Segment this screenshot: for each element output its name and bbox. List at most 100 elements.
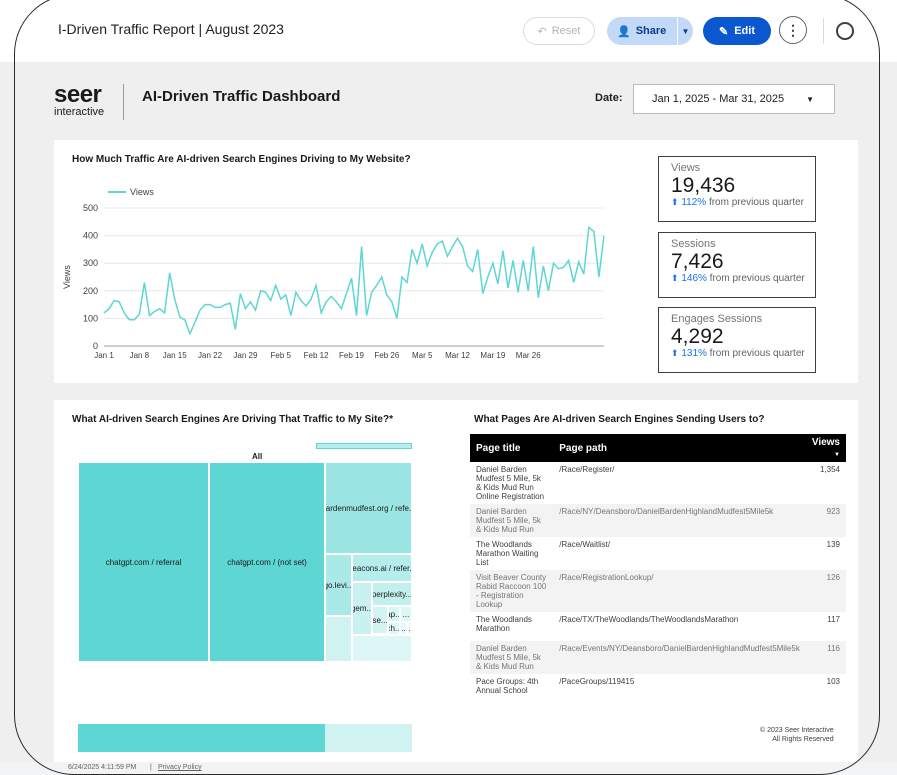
kpi-value: 4,292 — [671, 325, 724, 348]
app-toolbar: I-Driven Traffic Report | August 2023 ↶ … — [0, 0, 897, 63]
kpi-card-views: Views 19,436 ⬆ 112% from previous quarte… — [658, 156, 816, 222]
report-canvas: seer interactive AI-Driven Traffic Dashb… — [0, 62, 897, 774]
seer-logo: seer interactive — [54, 81, 105, 119]
table-row[interactable]: The Woodlands Marathon/Race/TX/TheWoodla… — [470, 612, 846, 641]
chevron-down-icon: ▼ — [806, 94, 814, 104]
treemap-scale-bar — [316, 443, 412, 449]
edit-button[interactable]: ✎ Edit — [703, 17, 771, 45]
treemap-tile[interactable]: ... — [400, 606, 412, 622]
traffic-panel: How Much Traffic Are AI-driven Search En… — [54, 140, 858, 383]
treemap-tile[interactable]: bardenmudfest.org / refe... — [325, 462, 412, 554]
pages-section-title: What Pages Are AI-driven Search Engines … — [474, 414, 765, 425]
dashboard-title: AI-Driven Traffic Dashboard — [142, 88, 341, 105]
table-row[interactable]: The Woodlands Marathon Waiting List/Race… — [470, 537, 846, 570]
sort-desc-icon: ▼ — [834, 452, 840, 458]
legend-label: Views — [130, 187, 154, 197]
treemap-tile[interactable]: |... — [400, 622, 407, 635]
report-title: I-Driven Traffic Report | August 2023 — [58, 21, 284, 37]
share-label: Share — [635, 25, 667, 37]
table-row[interactable]: Daniel Barden Mudfest 5 Mile, 5k & Kids … — [470, 504, 846, 537]
arrow-up-icon: ⬆ — [671, 197, 679, 207]
traffic-section-title: How Much Traffic Are AI-driven Search En… — [72, 154, 411, 165]
treemap-tile[interactable]: chatgpt.com / (not set) — [209, 462, 325, 662]
kpi-value: 7,426 — [671, 250, 724, 273]
column-header-views[interactable]: Views ▼ — [805, 434, 846, 462]
x-tick-label: Jan 1 — [94, 351, 114, 360]
x-tick-label: Jan 22 — [198, 351, 223, 360]
x-tick-label: Feb 26 — [374, 351, 399, 360]
table-header-row: Page title Page path Views ▼ — [470, 434, 846, 462]
treemap-tile[interactable] — [352, 635, 412, 662]
treemap-tile[interactable]: gem... — [352, 582, 372, 635]
undo-icon: ↶ — [537, 25, 547, 38]
x-tick-label: Feb 12 — [304, 351, 329, 360]
data-timestamp: 6/24/2025 4:11:59 PM — [68, 764, 137, 771]
table-row[interactable]: Daniel Barden Mudfest 5 Mile, 5k & Kids … — [470, 462, 846, 504]
toolbar-divider — [823, 18, 824, 44]
kpi-label: Sessions — [671, 238, 716, 250]
status-bar: 6/24/2025 4:11:59 PM | Privacy Policy — [0, 762, 897, 775]
x-tick-label: Jan 8 — [130, 351, 150, 360]
date-range-picker[interactable]: Jan 1, 2025 - Mar 31, 2025 ▼ — [633, 84, 835, 114]
kpi-label: Views — [671, 162, 701, 174]
y-tick-label: 0 — [93, 341, 98, 351]
kpi-delta: ⬆ 112% from previous quarter — [671, 197, 804, 208]
column-header-page-path[interactable]: Page path — [553, 434, 806, 462]
column-header-page-title[interactable]: Page title — [470, 434, 554, 462]
x-tick-label: Jan 29 — [233, 351, 258, 360]
arrow-up-icon: ⬆ — [671, 273, 679, 283]
table-row[interactable]: Pace Groups: 4th Annual School/PaceGroup… — [470, 674, 846, 703]
more-options-icon[interactable]: ⋮ — [779, 16, 807, 44]
pages-table: Page title Page path Views ▼ Daniel Barde… — [470, 434, 846, 703]
x-tick-label: Mar 5 — [412, 351, 433, 360]
y-tick-label: 400 — [83, 231, 98, 241]
kpi-value: 19,436 — [671, 174, 736, 197]
engines-pages-panel: What AI-driven Search Engines Are Drivin… — [54, 400, 858, 724]
views-line-chart: 0 100 200 300 400 500 Views Jan 1 Jan 8 Jan 15 Jan… — [62, 187, 605, 360]
y-tick-label: 200 — [83, 286, 98, 296]
date-label: Date: — [595, 92, 623, 104]
treemap-tile[interactable]: ch... — [388, 622, 400, 635]
y-tick-label: 300 — [83, 258, 98, 268]
y-tick-label: 100 — [83, 313, 98, 323]
edit-label: Edit — [734, 25, 755, 37]
treemap-tile[interactable]: ap... — [388, 606, 400, 622]
treemap-tile[interactable] — [325, 616, 352, 662]
dashboard-header: seer interactive AI-Driven Traffic Dashb… — [54, 80, 858, 128]
views-series-line — [103, 225, 605, 336]
kpi-card-engaged-sessions: Engages Sessions 4,292 ⬆ 131% from previ… — [658, 307, 816, 373]
y-axis-label: Views — [62, 265, 72, 289]
share-button[interactable]: 👤 Share ▼ — [607, 17, 693, 45]
help-icon[interactable] — [836, 22, 854, 40]
x-tick-label: Feb 5 — [271, 351, 292, 360]
treemap-tile[interactable]: perplexity... — [372, 582, 412, 606]
treemap-tile[interactable]: chatgpt.com / referral — [78, 462, 209, 662]
pencil-icon: ✎ — [719, 25, 729, 38]
x-tick-label: Mar 26 — [516, 351, 541, 360]
x-tick-label: Jan 15 — [163, 351, 188, 360]
engines-section-title: What AI-driven Search Engines Are Drivin… — [72, 414, 393, 425]
x-tick-label: Feb 19 — [339, 351, 364, 360]
add-person-icon: 👤 — [617, 25, 631, 38]
arrow-up-icon: ⬆ — [671, 348, 679, 358]
logo-divider — [123, 84, 124, 120]
treemap-tile[interactable]: go.levi... — [325, 554, 352, 616]
kpi-delta: ⬆ 146% from previous quarter — [671, 273, 805, 284]
table-row[interactable]: Visit Beaver County Rabid Raccoon 100 - … — [470, 570, 846, 612]
treemap-tile[interactable]: se... — [372, 606, 388, 634]
copyright-text: © 2023 Seer Interactive All Rights Reser… — [760, 727, 834, 743]
table-row[interactable]: Daniel Barden Mudfest 5 Mile, 5k & Kids … — [470, 641, 846, 674]
treemap-tile[interactable]: ... — [407, 622, 412, 635]
share-dropdown-icon[interactable]: ▼ — [678, 27, 693, 36]
y-tick-label: 500 — [83, 203, 98, 213]
x-tick-label: Mar 19 — [480, 351, 505, 360]
treemap-tile[interactable]: beacons.ai / refer... — [352, 554, 412, 582]
reset-label: Reset — [551, 25, 581, 37]
x-tick-label: Mar 12 — [445, 351, 470, 360]
kpi-label: Engages Sessions — [671, 313, 763, 325]
kpi-card-sessions: Sessions 7,426 ⬆ 146% from previous quar… — [658, 232, 816, 298]
privacy-policy-link[interactable]: Privacy Policy — [158, 764, 202, 771]
treemap-root-label: All — [252, 452, 263, 461]
reset-button[interactable]: ↶ Reset — [523, 17, 595, 45]
kpi-delta: ⬆ 131% from previous quarter — [671, 348, 805, 359]
